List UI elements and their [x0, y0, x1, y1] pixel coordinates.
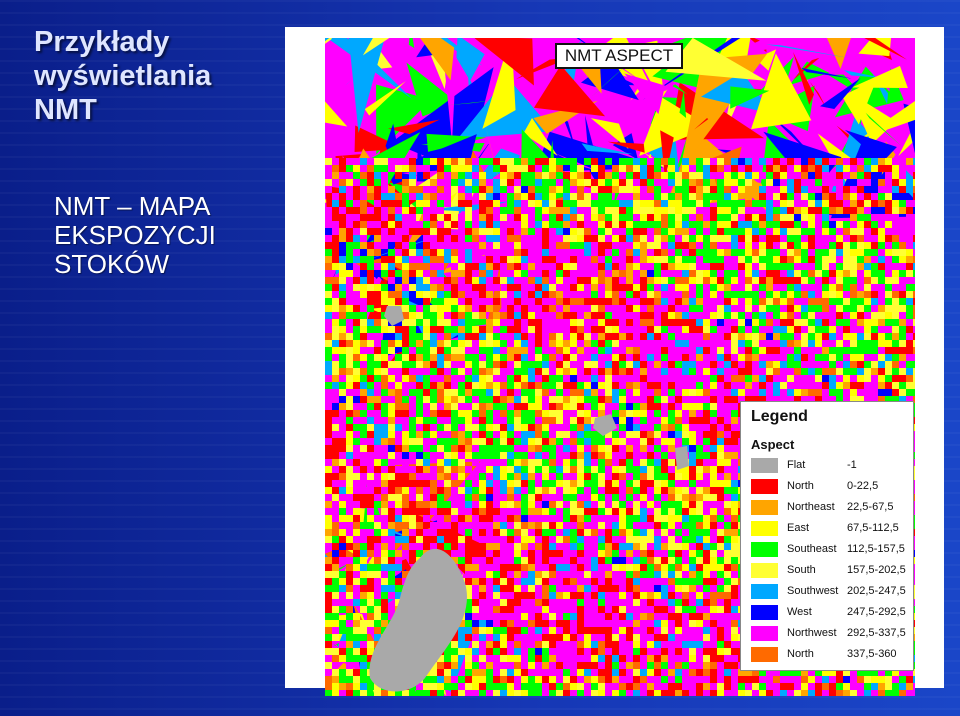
- slide-title-line-3: NMT: [34, 93, 97, 126]
- legend-swatch: [751, 542, 778, 557]
- legend-swatch: [751, 458, 778, 473]
- legend-range: 112,5-157,5: [847, 543, 905, 555]
- legend-label: West: [787, 606, 812, 618]
- legend-label: Northeast: [787, 501, 835, 513]
- legend-item-south: South 157,5-202,5: [751, 562, 911, 581]
- map-figure: NMT ASPECT Legend Aspect Flat -1 North 0…: [285, 27, 944, 696]
- legend-item-northeast: Northeast 22,5-67,5: [751, 499, 911, 518]
- legend-title: Legend: [751, 408, 808, 425]
- legend-subtitle: Aspect: [751, 437, 795, 452]
- legend-label: East: [787, 522, 810, 534]
- legend-label: Southwest: [787, 585, 839, 597]
- legend-item-flat: Flat -1: [751, 457, 911, 476]
- map-legend: Legend Aspect Flat -1 North 0-22,5 North…: [740, 401, 914, 671]
- legend-range: 202,5-247,5: [847, 585, 906, 597]
- legend-swatch: [751, 563, 778, 578]
- slide-subtitle-line-1: NMT – MAPA: [54, 191, 211, 221]
- slide-subtitle-line-2: EKSPOZYCJI: [54, 220, 216, 251]
- slide-title-line-1: Przykłady: [34, 26, 170, 58]
- legend-swatch: [751, 584, 778, 599]
- legend-label: North: [787, 648, 814, 660]
- slide-title-line-2: wyświetlania: [34, 59, 212, 92]
- legend-range: 247,5-292,5: [847, 606, 906, 618]
- legend-swatch: [751, 521, 778, 536]
- slide-subtitle: NMT – MAPA EKSPOZYCJI STOKÓW: [54, 191, 284, 280]
- legend-label: Northwest: [787, 627, 837, 639]
- legend-swatch: [751, 605, 778, 620]
- legend-item-northwest: Northwest 292,5-337,5: [751, 625, 911, 644]
- legend-range: 292,5-337,5: [847, 627, 906, 639]
- legend-swatch: [751, 479, 778, 494]
- legend-swatch: [751, 500, 778, 515]
- legend-item-west: West 247,5-292,5: [751, 604, 911, 623]
- legend-item-north-2: North 337,5-360: [751, 646, 911, 665]
- legend-label: Flat: [787, 459, 806, 471]
- legend-range: 22,5-67,5: [847, 501, 894, 513]
- map-title: NMT ASPECT: [555, 43, 683, 69]
- legend-range: 337,5-360: [847, 648, 897, 660]
- legend-range: -1: [847, 459, 857, 471]
- legend-range: 0-22,5: [847, 480, 879, 492]
- legend-item-east: East 67,5-112,5: [751, 520, 911, 539]
- legend-range: 67,5-112,5: [847, 522, 899, 534]
- legend-range: 157,5-202,5: [847, 564, 906, 576]
- slide-subtitle-line-3: STOKÓW: [54, 249, 170, 280]
- slide-title: Przykłady wyświetlania NMT: [34, 26, 284, 128]
- legend-label: Southeast: [787, 543, 837, 555]
- legend-item-southwest: Southwest 202,5-247,5: [751, 583, 911, 602]
- legend-item-north: North 0-22,5: [751, 478, 911, 497]
- legend-label: South: [787, 564, 816, 576]
- legend-item-southeast: Southeast 112,5-157,5: [751, 541, 911, 560]
- legend-label: North: [787, 480, 814, 492]
- legend-swatch: [751, 626, 778, 641]
- legend-swatch: [751, 647, 778, 662]
